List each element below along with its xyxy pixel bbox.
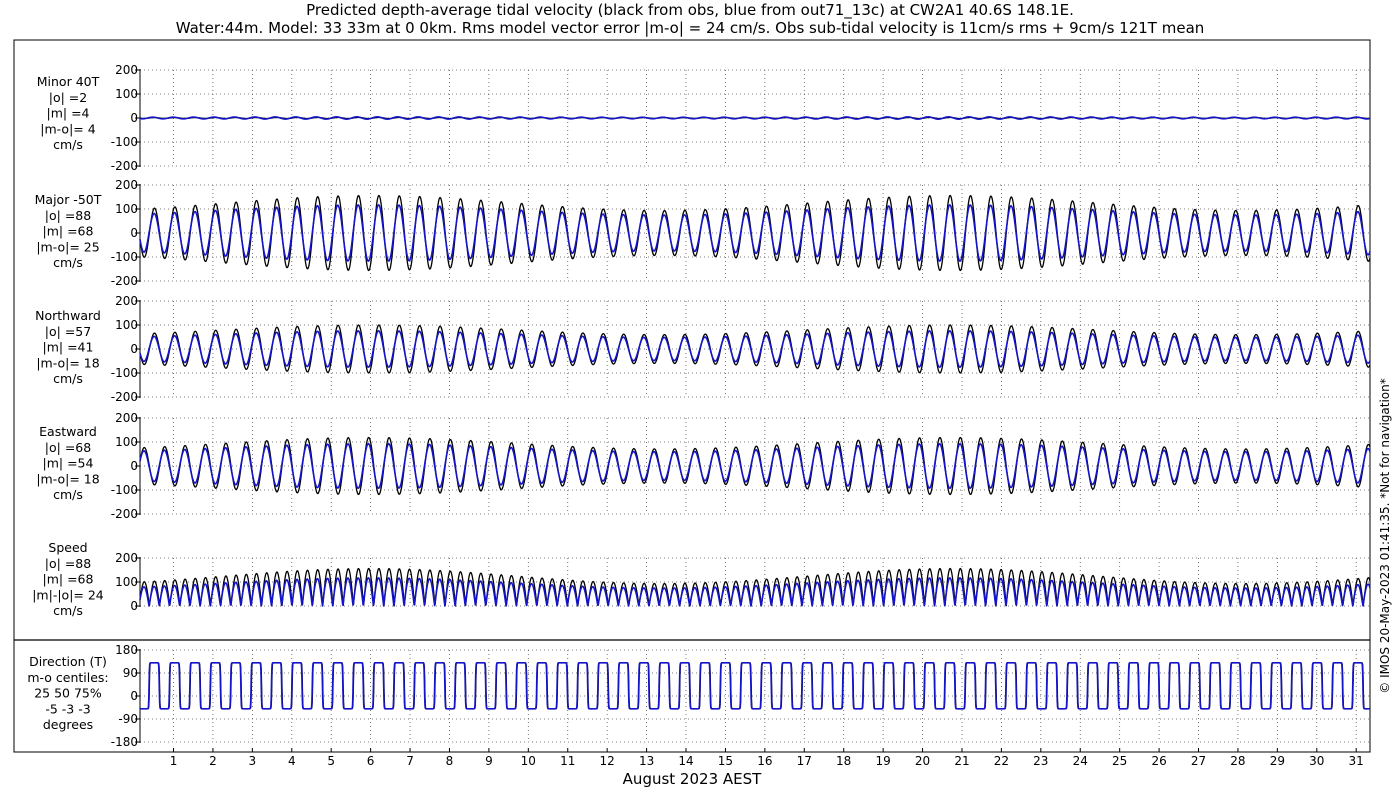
x-tick-label: 21 [954, 754, 969, 768]
y-tick-label: 100 [115, 318, 138, 332]
panel-label-line: -5 -3 -3 [45, 701, 90, 716]
panel-label-line: Minor 40T [37, 74, 100, 89]
y-tick-label: 0 [130, 226, 138, 240]
x-tick-label: 2 [209, 754, 217, 768]
panel-label-line: |m-o|= 4 [40, 121, 95, 136]
panel-label-line: |o| =2 [49, 90, 87, 105]
x-tick-label: 30 [1309, 754, 1324, 768]
panel-label-line: |m| =41 [43, 340, 94, 355]
y-tick-label: -180 [111, 735, 138, 749]
y-tick-label: 200 [115, 178, 138, 192]
y-tick-label: 100 [115, 87, 138, 101]
y-tick-label: 0 [130, 111, 138, 125]
y-tick-label: 200 [115, 411, 138, 425]
x-tick-label: 14 [678, 754, 693, 768]
x-tick-label: 11 [560, 754, 575, 768]
x-tick-label: 1 [170, 754, 178, 768]
y-tick-label: -200 [111, 507, 138, 521]
panel-label-line: |m-o|= 18 [36, 355, 99, 370]
y-tick-label: 200 [115, 63, 138, 77]
panel-label-line: cm/s [53, 603, 83, 618]
panel-label-line: |o| =57 [45, 324, 91, 339]
x-tick-label: 20 [915, 754, 930, 768]
panel-label-line: Eastward [39, 424, 97, 439]
chart-title-line-1: Predicted depth-average tidal velocity (… [306, 1, 1074, 20]
x-tick-label: 13 [639, 754, 654, 768]
x-tick-label: 27 [1191, 754, 1206, 768]
x-tick-label: 22 [994, 754, 1009, 768]
panel-label-line: m-o centiles: [27, 670, 108, 685]
y-tick-label: 100 [115, 575, 138, 589]
y-tick-label: 90 [123, 666, 138, 680]
x-tick-label: 23 [1033, 754, 1048, 768]
x-tick-label: 17 [797, 754, 812, 768]
x-tick-label: 26 [1151, 754, 1166, 768]
panel-label-line: Major -50T [35, 192, 102, 207]
x-tick-label: 7 [406, 754, 414, 768]
panel-label-line: cm/s [53, 487, 83, 502]
y-tick-label: 0 [130, 342, 138, 356]
y-tick-label: -200 [111, 159, 138, 173]
credit-note: © IMOS 20-May-2023 01:41:35. *Not for na… [1378, 378, 1392, 694]
panel-label-line: Northward [35, 308, 101, 323]
panel-label-line: Speed [48, 540, 87, 555]
y-tick-label: -100 [111, 135, 138, 149]
panel-label-line: |m| =54 [43, 456, 94, 471]
panel-label-line: Direction (T) [29, 654, 107, 669]
y-tick-label: -200 [111, 390, 138, 404]
panel-label-line: degrees [43, 717, 93, 732]
panel-label-line: |m-o|= 25 [36, 239, 99, 254]
y-tick-label: -100 [111, 366, 138, 380]
y-tick-label: 0 [130, 599, 138, 613]
x-tick-label: 25 [1112, 754, 1127, 768]
x-tick-label: 5 [327, 754, 335, 768]
y-tick-label: 0 [130, 459, 138, 473]
panel-label-line: 25 50 75% [34, 686, 102, 701]
y-tick-label: -100 [111, 250, 138, 264]
x-tick-label: 31 [1349, 754, 1364, 768]
panel-label-line: cm/s [53, 137, 83, 152]
x-tick-label: 6 [367, 754, 375, 768]
panel-label-line: |o| =88 [45, 556, 91, 571]
y-tick-label: 100 [115, 202, 138, 216]
panel-label-line: |m|-|o|= 24 [32, 587, 104, 602]
x-tick-label: 8 [446, 754, 454, 768]
y-tick-label: 200 [115, 294, 138, 308]
x-tick-label: 19 [875, 754, 890, 768]
y-tick-label: 100 [115, 435, 138, 449]
y-tick-label: -200 [111, 274, 138, 288]
tidal-velocity-figure: Predicted depth-average tidal velocity (… [0, 0, 1400, 800]
x-tick-label: 18 [836, 754, 851, 768]
y-tick-label: -90 [118, 712, 138, 726]
x-axis-label: August 2023 AEST [623, 770, 762, 788]
x-tick-label: 16 [757, 754, 772, 768]
x-tick-label: 15 [718, 754, 733, 768]
panel-label-line: |m| =68 [43, 224, 94, 239]
x-tick-label: 29 [1270, 754, 1285, 768]
y-tick-label: 200 [115, 551, 138, 565]
x-tick-label: 10 [521, 754, 536, 768]
x-tick-label: 24 [1073, 754, 1088, 768]
x-tick-label: 9 [485, 754, 493, 768]
chart-title-line-2: Water:44m. Model: 33 33m at 0 0km. Rms m… [176, 19, 1205, 37]
panel-label-line: |m| =4 [47, 106, 90, 121]
panel-label-line: |o| =68 [45, 440, 91, 455]
x-tick-label: 4 [288, 754, 296, 768]
panel-label-line: |m-o|= 18 [36, 471, 99, 486]
panel-label-line: cm/s [53, 371, 83, 386]
y-tick-label: 0 [130, 689, 138, 703]
panel-label-line: |o| =88 [45, 208, 91, 223]
x-tick-label: 3 [249, 754, 257, 768]
panel-label-line: |m| =68 [43, 572, 94, 587]
panel-label-line: cm/s [53, 255, 83, 270]
x-tick-label: 28 [1230, 754, 1245, 768]
y-tick-label: 180 [115, 643, 138, 657]
y-tick-label: -100 [111, 483, 138, 497]
x-tick-label: 12 [600, 754, 615, 768]
